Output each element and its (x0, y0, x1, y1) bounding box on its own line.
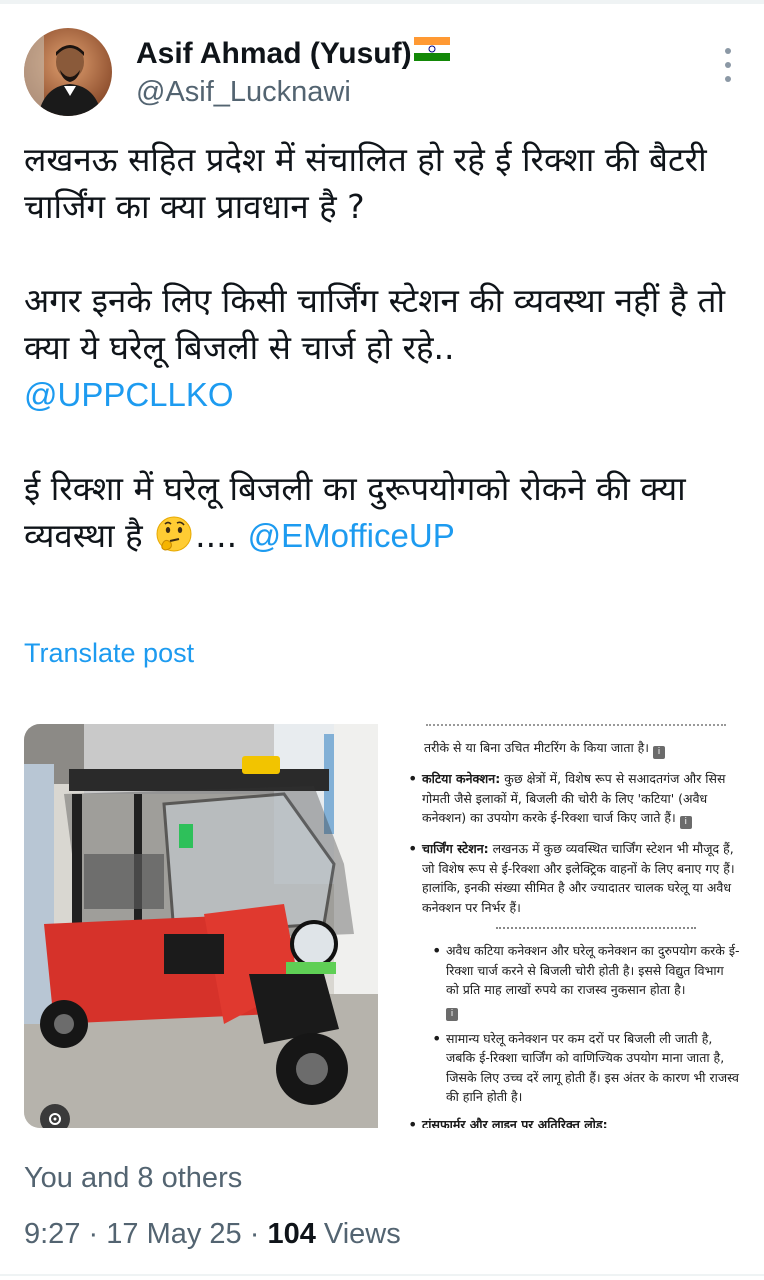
doc-list-continued: ट्रांसफार्मर और लाइन पर अतिरिक्त लोड: (406, 1115, 740, 1129)
doc-bullet: कटिया कनेक्शन: कुछ क्षेत्रों में, विशेष … (406, 769, 740, 829)
media-grid: तरीके से या बिना उचित मीटरिंग के किया जा… (24, 724, 740, 1130)
citation-icon: i (679, 816, 692, 829)
doc-list: कटिया कनेक्शन: कुछ क्षेत्रों में, विशेष … (406, 769, 740, 917)
thinking-face-icon (155, 515, 193, 565)
doc-bullet-title: कटिया कनेक्शन: (422, 771, 501, 786)
doc-sub-bullet-text: सामान्य घरेलू कनेक्शन पर कम दरों पर बिजल… (446, 1030, 739, 1105)
translate-post-link[interactable]: Translate post (24, 636, 194, 670)
likes-summary[interactable]: You and 8 others (24, 1160, 242, 1196)
author-block[interactable]: Asif Ahmad (Yusuf) @Asif_Lucknawi (136, 34, 450, 110)
mention-uppcllko[interactable]: @UPPCLLKO (24, 376, 234, 413)
display-name-text: Asif Ahmad (Yusuf) (136, 37, 412, 70)
bottom-divider (0, 1274, 764, 1276)
doc-sub-bullet: अवैध कटिया कनेक्शन और घरेलू कनेक्शन का द… (430, 941, 740, 1021)
doc-bullet: ट्रांसफार्मर और लाइन पर अतिरिक्त लोड: (406, 1115, 740, 1129)
doc-sub-bullet: सामान्य घरेलू कनेक्शन पर कम दरों पर बिजल… (430, 1029, 740, 1107)
mention-emofficeup[interactable]: @EMofficeUP (248, 517, 455, 554)
avatar[interactable] (24, 28, 112, 116)
citation-icon: i (446, 1007, 458, 1021)
document-screenshot[interactable]: तरीके से या बिना उचित मीटरिंग के किया जा… (406, 724, 740, 1128)
views-label: Views (323, 1218, 401, 1250)
doc-bullet-title: चार्जिंग स्टेशन: (422, 841, 489, 856)
alt-badge-icon[interactable] (40, 1104, 70, 1128)
post-text-paragraph-2: अगर इनके लिए किसी चार्जिंग स्टेशन की व्य… (24, 281, 726, 367)
post-date[interactable]: 17 May 25 (106, 1218, 241, 1250)
more-dot-icon (725, 62, 731, 68)
citation-icon: i (653, 746, 666, 759)
doc-sub-bullet-text: अवैध कटिया कनेक्शन और घरेलू कनेक्शन का द… (446, 943, 740, 997)
e-rickshaw-photo[interactable] (24, 724, 378, 1128)
more-dot-icon (725, 48, 731, 54)
more-dot-icon (725, 76, 731, 82)
display-name[interactable]: Asif Ahmad (Yusuf) (136, 34, 450, 72)
handle[interactable]: @Asif_Lucknawi (136, 74, 450, 110)
views-count: 104 (267, 1218, 316, 1250)
top-divider (0, 0, 764, 4)
meta-separator: · (88, 1218, 99, 1250)
post-text: लखनऊ सहित प्रदेश में संचालित हो रहे ई रि… (24, 136, 740, 565)
ellipsis-text: .... (195, 516, 238, 555)
post-text-paragraph-3: ई रिक्शा में घरेलू बिजली का दुरूपयोगको र… (24, 465, 740, 565)
doc-divider (496, 927, 696, 931)
doc-bullet-title: ट्रांसफार्मर और लाइन पर अतिरिक्त लोड: (422, 1116, 608, 1129)
post-text-paragraph-1: लखनऊ सहित प्रदेश में संचालित हो रहे ई रि… (24, 140, 707, 226)
more-options-button[interactable] (716, 48, 740, 82)
doc-bullet: चार्जिंग स्टेशन: लखनऊ में कुछ व्यवस्थित … (406, 839, 740, 917)
post-header: Asif Ahmad (Yusuf) @Asif_Lucknawi (24, 28, 740, 118)
doc-top-fragment: तरीके से या बिना उचित मीटरिंग के किया जा… (424, 740, 650, 755)
post-time[interactable]: 9:27 (24, 1218, 80, 1250)
doc-sublist: अवैध कटिया कनेक्शन और घरेलू कनेक्शन का द… (406, 941, 740, 1107)
post-meta: 9:27 · 17 May 25 · 104 Views (24, 1216, 401, 1252)
india-flag-icon (413, 34, 450, 70)
meta-separator: · (249, 1218, 260, 1250)
